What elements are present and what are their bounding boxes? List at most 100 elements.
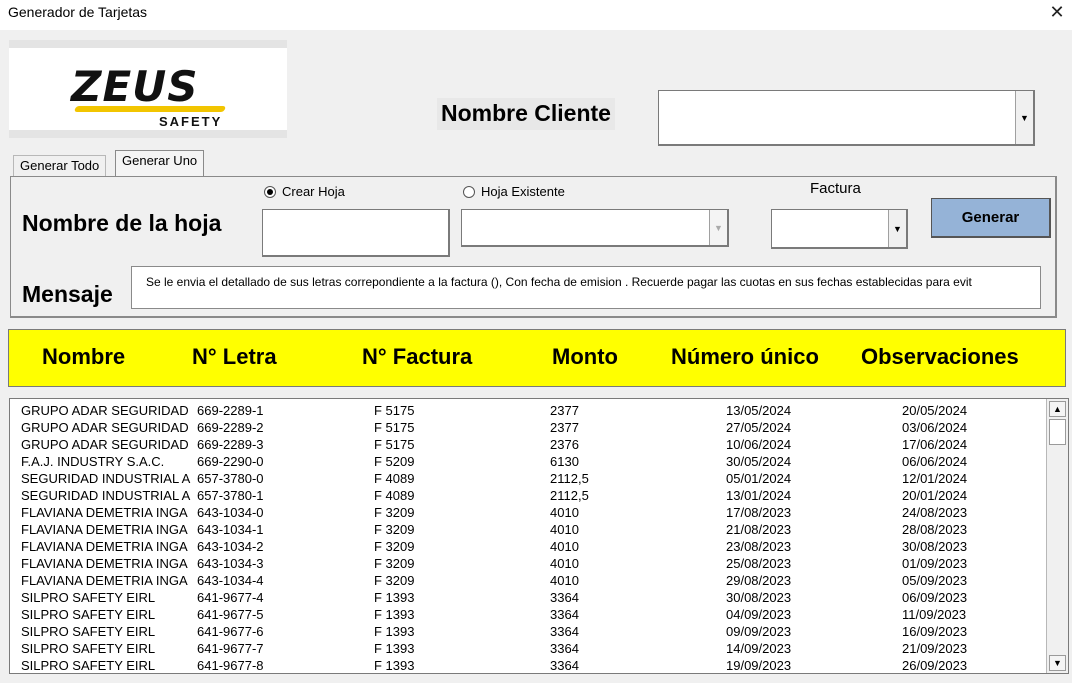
cell-numero-unico: 27/05/2024	[726, 420, 792, 435]
cell-numero-unico: 21/08/2023	[726, 522, 792, 537]
column-header-observaciones: Observaciones	[861, 344, 1019, 369]
table-row[interactable]: FLAVIANA DEMETRIA INGA 643-1034-2 F 3209 40…	[10, 537, 1045, 554]
table-row[interactable]: FLAVIANA DEMETRIA INGA 643-1034-3 F 3209 40…	[10, 554, 1045, 571]
cell-nombre: SEGURIDAD INDUSTRIAL A	[21, 471, 191, 486]
cell-nombre: SILPRO SAFETY EIRL	[21, 641, 156, 656]
cell-monto: 4010	[550, 573, 579, 588]
scroll-down-icon[interactable]: ▼	[1049, 655, 1066, 671]
cell-factura: F 3209	[374, 505, 415, 520]
cell-nombre: FLAVIANA DEMETRIA INGA	[21, 505, 188, 520]
table-row[interactable]: FLAVIANA DEMETRIA INGA 643-1034-1 F 3209 40…	[10, 520, 1045, 537]
table-row[interactable]: GRUPO ADAR SEGURIDAD 669-2289-2 F 5175 2377…	[10, 418, 1045, 435]
cell-monto: 6130	[550, 454, 579, 469]
cell-letra: 643-1034-3	[197, 556, 264, 571]
cell-factura: F 5209	[374, 454, 415, 469]
cell-observaciones: 16/09/2023	[902, 624, 968, 639]
cell-monto: 2377	[550, 420, 579, 435]
hoja-name-input[interactable]	[262, 209, 450, 257]
cell-observaciones: 01/09/2023	[902, 556, 968, 571]
column-header-nombre: Nombre	[42, 344, 126, 369]
cell-numero-unico: 05/01/2024	[726, 471, 792, 486]
cell-letra: 641-9677-6	[197, 624, 264, 639]
cell-observaciones: 21/09/2023	[902, 641, 968, 656]
table-row[interactable]: SEGURIDAD INDUSTRIAL A 657-3780-1 F 4089 21…	[10, 486, 1045, 503]
cell-observaciones: 28/08/2023	[902, 522, 968, 537]
cell-numero-unico: 25/08/2023	[726, 556, 792, 571]
cell-numero-unico: 17/08/2023	[726, 505, 792, 520]
cell-letra: 643-1034-0	[197, 505, 264, 520]
factura-combobox[interactable]: ▼	[771, 209, 908, 249]
cell-nombre: GRUPO ADAR SEGURIDAD	[21, 403, 189, 418]
cell-factura: F 3209	[374, 573, 415, 588]
cell-letra: 641-9677-8	[197, 658, 264, 673]
cell-nombre: SEGURIDAD INDUSTRIAL A	[21, 488, 191, 503]
table-row[interactable]: SILPRO SAFETY EIRL 641-9677-5 F 1393 3364 04…	[10, 605, 1045, 622]
cell-observaciones: 06/09/2023	[902, 590, 968, 605]
cell-observaciones: 30/08/2023	[902, 539, 968, 554]
cell-numero-unico: 30/08/2023	[726, 590, 792, 605]
cell-monto: 3364	[550, 590, 579, 605]
tab-generar-todo[interactable]: Generar Todo	[13, 155, 107, 177]
table-row[interactable]: SILPRO SAFETY EIRL 641-9677-6 F 1393 3364 09…	[10, 622, 1045, 639]
cell-letra: 657-3780-1	[197, 488, 264, 503]
cell-observaciones: 24/08/2023	[902, 505, 968, 520]
column-header-monto: Monto	[552, 344, 618, 369]
table-row[interactable]: SILPRO SAFETY EIRL 641-9677-4 F 1393 3364 30…	[10, 588, 1045, 605]
radio-hoja-existente[interactable]: Hoja Existente	[463, 184, 565, 199]
table-row[interactable]: GRUPO ADAR SEGURIDAD 669-2289-3 F 5175 2376…	[10, 435, 1045, 452]
cell-monto: 2377	[550, 403, 579, 418]
cell-observaciones: 03/06/2024	[902, 420, 968, 435]
cell-nombre: F.A.J. INDUSTRY S.A.C.	[21, 454, 165, 469]
cell-numero-unico: 19/09/2023	[726, 658, 792, 673]
table-row[interactable]: SILPRO SAFETY EIRL 641-9677-8 F 1393 3364 19…	[10, 656, 1045, 673]
close-icon[interactable]: ✕	[1042, 0, 1072, 26]
cell-numero-unico: 30/05/2024	[726, 454, 792, 469]
cell-numero-unico: 13/01/2024	[726, 488, 792, 503]
letras-listbox[interactable]: GRUPO ADAR SEGURIDAD 669-2289-1 F 5175 2377…	[9, 398, 1069, 674]
cell-numero-unico: 13/05/2024	[726, 403, 792, 418]
cell-letra: 669-2289-1	[197, 403, 264, 418]
mensaje-input[interactable]: Se le envia el detallado de sus letras c…	[131, 266, 1041, 309]
cell-monto: 3364	[550, 624, 579, 639]
vertical-scrollbar[interactable]: ▲ ▼	[1046, 399, 1068, 673]
cell-nombre: SILPRO SAFETY EIRL	[21, 658, 156, 673]
cell-letra: 643-1034-1	[197, 522, 264, 537]
logo-swoosh	[73, 106, 227, 112]
table-row[interactable]: SILPRO SAFETY EIRL 641-9677-7 F 1393 3364 14…	[10, 639, 1045, 656]
tab-generar-uno[interactable]: Generar Uno	[115, 150, 205, 176]
chevron-down-icon[interactable]: ▼	[1015, 91, 1033, 144]
column-header-letra: N° Letra	[192, 344, 277, 369]
logo: ZEUS SAFETY	[9, 40, 287, 138]
cell-letra: 641-9677-7	[197, 641, 264, 656]
window-title: Generador de Tarjetas	[8, 4, 148, 20]
table-row[interactable]: GRUPO ADAR SEGURIDAD 669-2289-1 F 5175 2377…	[10, 401, 1045, 418]
cell-nombre: SILPRO SAFETY EIRL	[21, 624, 156, 639]
cell-observaciones: 06/06/2024	[902, 454, 968, 469]
cell-factura: F 5175	[374, 437, 415, 452]
chevron-down-icon[interactable]: ▼	[709, 210, 727, 245]
table-row[interactable]: FLAVIANA DEMETRIA INGA 643-1034-4 F 3209 40…	[10, 571, 1045, 588]
cell-observaciones: 26/09/2023	[902, 658, 968, 673]
cell-letra: 643-1034-2	[197, 539, 264, 554]
client-combobox[interactable]: ▼	[658, 90, 1035, 146]
hoja-existente-combobox[interactable]: ▼	[461, 209, 729, 247]
table-row[interactable]: F.A.J. INDUSTRY S.A.C. 669-2290-0 F 5209 61…	[10, 452, 1045, 469]
cell-monto: 4010	[550, 522, 579, 537]
generar-button[interactable]: Generar	[931, 198, 1051, 238]
cell-observaciones: 17/06/2024	[902, 437, 968, 452]
cell-letra: 641-9677-5	[197, 607, 264, 622]
table-header: Nombre N° Letra N° Factura Monto Número …	[8, 329, 1066, 387]
cell-nombre: GRUPO ADAR SEGURIDAD	[21, 437, 189, 452]
table-row[interactable]: FLAVIANA DEMETRIA INGA 643-1034-0 F 3209 40…	[10, 503, 1045, 520]
cell-letra: 669-2289-3	[197, 437, 264, 452]
cell-numero-unico: 09/09/2023	[726, 624, 792, 639]
chevron-down-icon[interactable]: ▼	[888, 210, 906, 247]
radio-checked-icon	[264, 185, 276, 198]
cell-monto: 4010	[550, 556, 579, 571]
table-row[interactable]: SEGURIDAD INDUSTRIAL A 657-3780-0 F 4089 21…	[10, 469, 1045, 486]
radio-crear-hoja[interactable]: Crear Hoja	[264, 184, 345, 199]
scroll-thumb[interactable]	[1049, 419, 1066, 445]
cell-numero-unico: 14/09/2023	[726, 641, 792, 656]
cell-numero-unico: 10/06/2024	[726, 437, 792, 452]
scroll-up-icon[interactable]: ▲	[1049, 401, 1066, 417]
